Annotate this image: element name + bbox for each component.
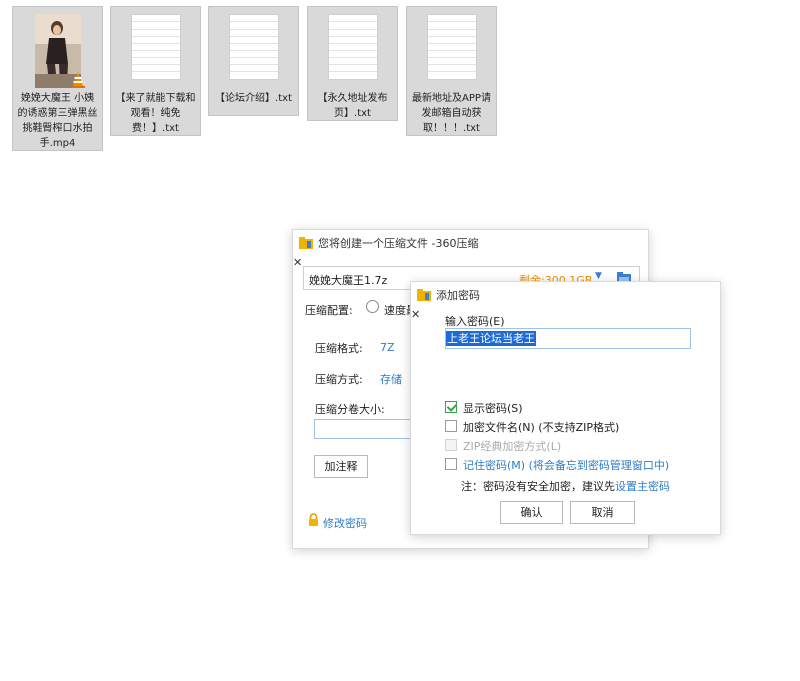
method-label: 压缩方式: (315, 373, 363, 386)
text-file-icon (327, 14, 378, 80)
file-name: 【论坛介绍】.txt (215, 93, 292, 104)
compress-dialog-title: 您将创建一个压缩文件 -360压缩 (318, 237, 479, 250)
ok-button[interactable]: 确认 (500, 501, 563, 524)
change-password-link[interactable]: 修改密码 (323, 515, 367, 531)
zip-classic-label: ZIP经典加密方式(L) (463, 440, 562, 453)
show-password-label: 显示密码(S) (463, 402, 523, 415)
config-label: 压缩配置: (305, 304, 353, 317)
encrypt-filename-label: 加密文件名(N) (不支持ZIP格式) (463, 421, 620, 434)
360zip-app-icon (299, 237, 313, 249)
file-name: 【来了就能下载和观看！纯免费！】.txt (115, 93, 196, 134)
remember-password-checkbox[interactable] (445, 458, 457, 470)
file-name: 【永久地址发布页】.txt (317, 93, 388, 119)
speed-radio[interactable] (366, 300, 379, 313)
show-password-checkbox[interactable] (445, 401, 457, 413)
remember-password-label: 记住密码(M) (将会备忘到密码管理窗口中) (463, 459, 670, 472)
add-comment-button[interactable]: 加注释 (314, 455, 368, 478)
vlc-cone-icon (71, 72, 85, 88)
password-value-selected: 上老王论坛当老王 (446, 331, 536, 346)
split-size-input[interactable] (314, 419, 414, 439)
360zip-app-icon (417, 289, 431, 301)
security-note-text: 注：密码没有安全加密，建议先 (461, 480, 615, 493)
zip-classic-checkbox[interactable] (445, 439, 457, 451)
file-tile-text[interactable]: 【来了就能下载和观看！纯免费！】.txt (110, 6, 201, 136)
compress-dialog-titlebar: 您将创建一个压缩文件 -360压缩 (293, 230, 648, 256)
security-note: 注：密码没有安全加密，建议先设置主密码 (461, 478, 670, 494)
file-tile-text[interactable]: 【永久地址发布页】.txt (307, 6, 398, 121)
password-dialog: 添加密码 ✕ 输入密码(E) 上老王论坛当老王 显示密码(S) 加密文件名(N)… (410, 281, 721, 535)
method-value[interactable]: 存储 (380, 371, 402, 387)
password-input[interactable]: 上老王论坛当老王 (445, 328, 691, 349)
format-label: 压缩格式: (315, 342, 363, 355)
filename-value: 娩娩大魔王1.7z (309, 274, 388, 287)
password-dialog-titlebar: 添加密码 (411, 282, 720, 308)
password-dialog-title: 添加密码 (436, 289, 480, 302)
password-input-label: 输入密码(E) (445, 315, 505, 328)
file-name: 娩娩大魔王 小姨的诱惑第三弹黑丝挑鞋臀榨口水拍手.mp4 (17, 93, 98, 149)
text-file-icon (228, 14, 279, 80)
format-value[interactable]: 7Z (380, 341, 395, 354)
text-file-icon (426, 14, 477, 80)
file-tile-text[interactable]: 最新地址及APP请发邮箱自动获取！！！.txt (406, 6, 497, 136)
file-name: 最新地址及APP请发邮箱自动获取！！！.txt (412, 93, 491, 134)
file-tile-video[interactable]: 娩娩大魔王 小姨的诱惑第三弹黑丝挑鞋臀榨口水拍手.mp4 (12, 6, 103, 151)
cancel-button[interactable]: 取消 (570, 501, 635, 524)
set-master-password-link[interactable]: 设置主密码 (615, 480, 670, 493)
split-size-label: 压缩分卷大小: (315, 403, 385, 416)
text-file-icon (130, 14, 181, 80)
file-tile-text[interactable]: 【论坛介绍】.txt (208, 6, 299, 116)
chevron-down-icon[interactable]: ▼ (595, 271, 602, 281)
lock-icon (309, 513, 318, 526)
encrypt-filename-checkbox[interactable] (445, 420, 457, 432)
